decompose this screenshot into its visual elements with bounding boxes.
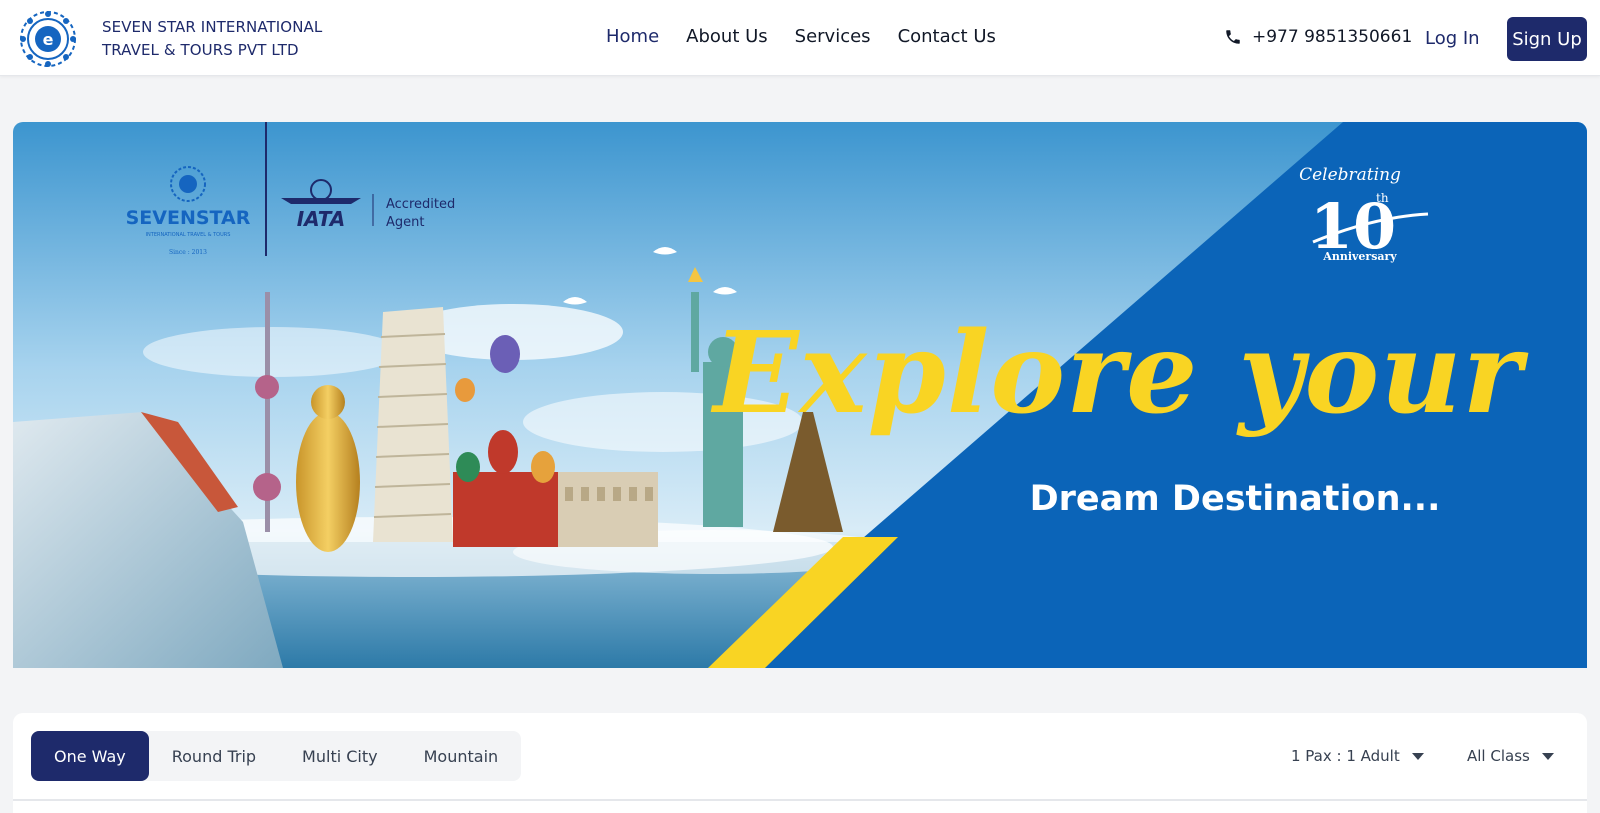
cabin-class-dropdown-value: All Class [1467,747,1530,765]
phone-icon [1226,30,1240,44]
sevenstar-logo-name: SEVENSTAR [126,207,251,229]
login-link[interactable]: Log In [1425,28,1480,49]
chevron-down-icon [1541,752,1554,760]
hero-subheadline: Dream Destination... [1030,479,1441,519]
passenger-dropdown[interactable]: 1 Pax : 1 Adult [1291,747,1424,765]
phone-contact[interactable]: +977 9851350661 [1224,27,1412,47]
anniversary-celebrating: Celebrating [1299,165,1401,185]
nav-about-us[interactable]: About Us [686,26,768,47]
accredited-line-1: Accredited [386,197,455,212]
brand-line-1: SEVEN STAR INTERNATIONAL [102,18,323,36]
brand-logo-icon[interactable]: e [18,9,78,69]
trip-type-tabs: One Way Round Trip Multi City Mountain [31,731,522,781]
tab-one-way[interactable]: One Way [31,731,149,781]
tab-round-trip[interactable]: Round Trip [149,731,279,781]
nav-home[interactable]: Home [606,26,659,47]
chevron-down-icon [1411,752,1424,760]
cabin-class-dropdown[interactable]: All Class [1467,747,1554,765]
flight-search-panel: One Way Round Trip Multi City Mountain 1… [13,713,1587,813]
tab-multi-city[interactable]: Multi City [279,731,401,781]
brand-line-2: TRAVEL & TOURS PVT LTD [102,41,299,59]
main-nav: Home About Us Services Contact Us [606,26,1023,47]
divider [13,799,1587,801]
iata-logo-text: IATA [297,207,346,231]
passenger-dropdown-value: 1 Pax : 1 Adult [1291,747,1400,765]
svg-text:e: e [43,30,54,49]
nav-services[interactable]: Services [795,26,871,47]
sevenstar-logo-sub: INTERNATIONAL TRAVEL & TOURS [146,232,231,238]
hero-banner: SEVENSTAR INTERNATIONAL TRAVEL & TOURS S… [13,122,1587,668]
signup-button[interactable]: Sign Up [1507,17,1587,61]
anniversary-suffix: th [1376,191,1389,205]
tab-mountain[interactable]: Mountain [401,731,522,781]
hero-headline: Explore your [710,308,1528,439]
sevenstar-logo-since: Since : 2013 [169,249,207,256]
accredited-line-2: Agent [386,215,424,230]
hero-banner-art: SEVENSTAR INTERNATIONAL TRAVEL & TOURS S… [13,122,1587,668]
anniversary-label: Anniversary [1322,250,1397,263]
brand[interactable]: e SEVEN STAR INTERNATIONAL TRAVEL & TOUR… [18,9,322,69]
top-navbar: e SEVEN STAR INTERNATIONAL TRAVEL & TOUR… [0,0,1600,76]
brand-name: SEVEN STAR INTERNATIONAL TRAVEL & TOURS … [102,16,322,62]
phone-number: +977 9851350661 [1252,27,1413,47]
nav-contact-us[interactable]: Contact Us [898,26,996,47]
